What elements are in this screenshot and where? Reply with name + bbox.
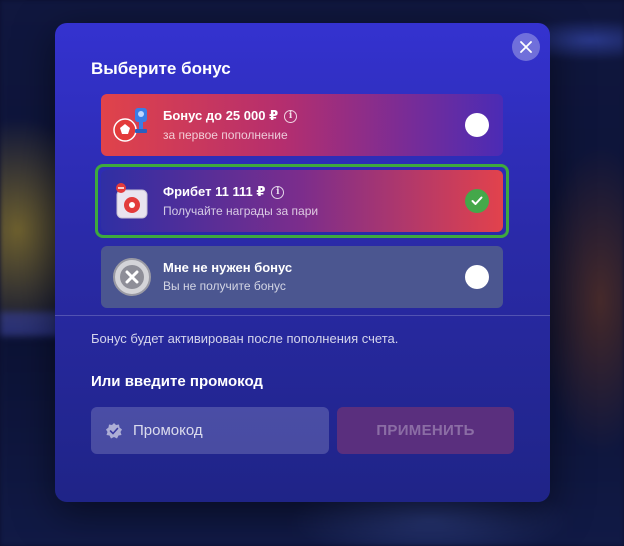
promo-input[interactable] xyxy=(133,422,323,439)
option-subtitle: Вы не получите бонус xyxy=(163,279,286,293)
gift-box-icon xyxy=(116,183,148,219)
no-bonus-icon xyxy=(113,258,151,296)
bonus-option-deposit[interactable]: Бонус до 25 000 ₽ i за первое пополнение xyxy=(101,94,503,156)
apply-button[interactable]: ПРИМЕНИТЬ xyxy=(337,407,514,454)
bonus-modal: Выберите бонус Бонус до 25 000 ₽ i за пе… xyxy=(55,23,550,502)
option-title: Бонус до 25 000 ₽ xyxy=(163,108,279,123)
promo-input-wrapper[interactable] xyxy=(91,407,329,454)
info-icon[interactable]: i xyxy=(271,185,285,199)
close-icon xyxy=(520,41,532,53)
close-button[interactable] xyxy=(512,33,540,61)
option-subtitle: Получайте награды за пари xyxy=(163,204,319,218)
info-icon[interactable]: i xyxy=(284,109,298,123)
bonus-note: Бонус будет активирован после пополнения… xyxy=(91,331,399,346)
badge-check-icon xyxy=(106,422,122,438)
radio-checked[interactable] xyxy=(465,189,489,213)
divider xyxy=(55,315,550,316)
bonus-option-freebet[interactable]: Фрибет 11 111 ₽ i Получайте награды за п… xyxy=(101,170,503,232)
radio-unchecked[interactable] xyxy=(465,265,489,289)
promo-title: Или введите промокод xyxy=(91,373,263,390)
football-trophy-icon xyxy=(113,108,147,142)
modal-title: Выберите бонус xyxy=(91,59,231,78)
check-icon xyxy=(471,196,483,205)
option-subtitle: за первое пополнение xyxy=(163,128,288,142)
option-title: Мне не нужен бонус xyxy=(163,260,293,275)
option-title: Фрибет 11 111 ₽ xyxy=(163,184,266,199)
bonus-option-none[interactable]: Мне не нужен бонус Вы не получите бонус xyxy=(101,246,503,308)
radio-unchecked[interactable] xyxy=(465,113,489,137)
